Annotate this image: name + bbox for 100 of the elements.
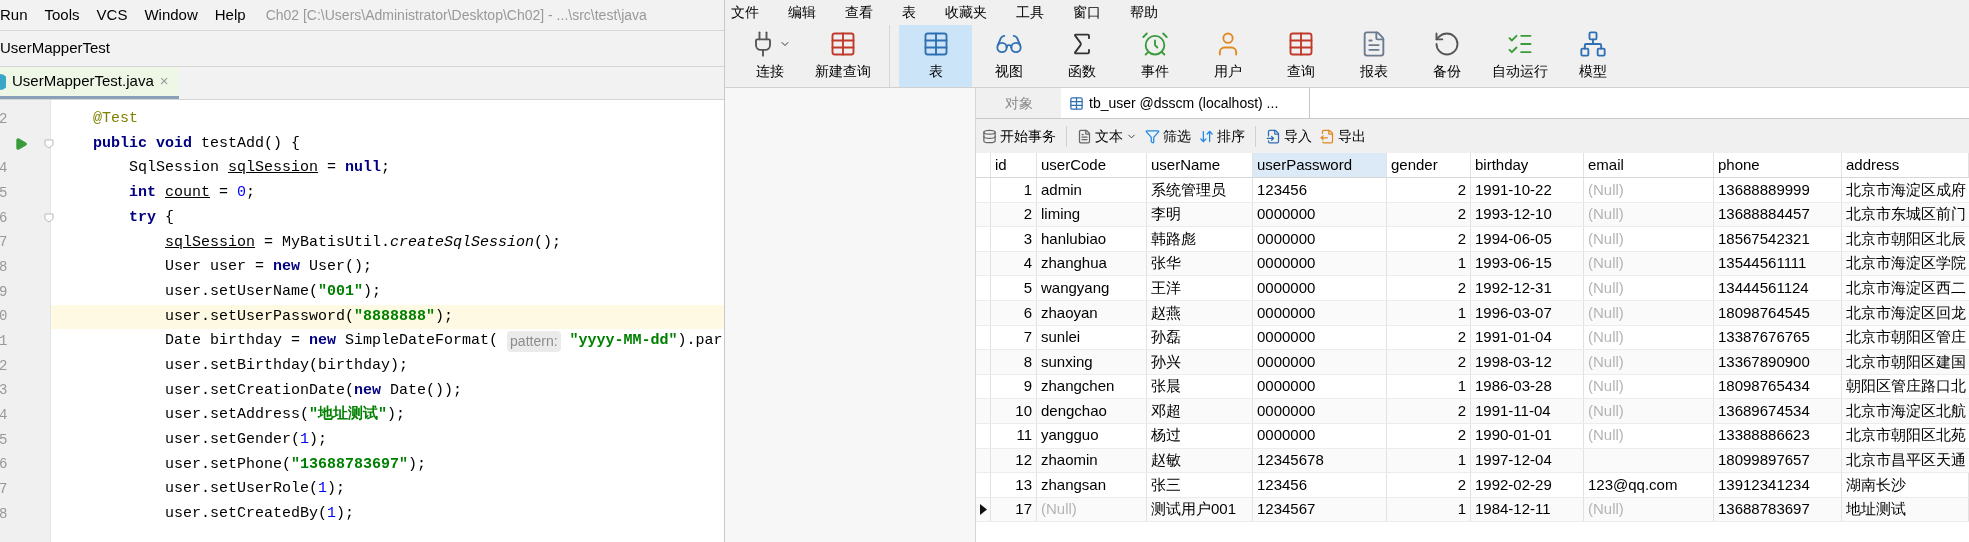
table-cell-text: 13689674534 [1718,400,1810,421]
menu-item[interactable]: 窗口 [1073,2,1101,23]
toolbar-button[interactable]: 报表 [1337,25,1410,87]
table-row[interactable]: 13 zhangsan 张三 123456 2 1992-02-29 123@qq.com 13912341234 湖南长沙 [976,473,1969,498]
toolbar-button[interactable]: 表 [899,25,972,87]
table-row[interactable]: 9 zhangchen 张晨 0000000 1 1986-03-28 (Null) 18098765434 朝阳区管庄路口北 [976,374,1969,400]
action-button[interactable]: 开始事务 [982,125,1056,147]
table-row[interactable]: 17 (Null) 测试用户001 1234567 1 1984-12-11 (Null) 13688783697 地址测试 [976,497,1969,523]
table-cell-text: 0000000 [1257,425,1316,446]
menu-item[interactable]: 表 [902,2,916,23]
menu-item[interactable]: Help [214,3,246,27]
menu-item[interactable]: VCS [96,3,128,27]
table-cell-text: zhaoyan [1041,302,1098,323]
table-cell-text: 123456 [1257,179,1308,200]
table-cell-text: 13388886623 [1718,425,1810,446]
table-cell-text: 1991-10-22 [1475,179,1552,200]
table-cell-text: 韩路彪 [1151,228,1196,249]
table-cell-text: wangyang [1041,277,1110,298]
null-cell-text: (Null) [1588,302,1624,323]
table-row[interactable]: 7 sunlei 孙磊 0000000 2 1991-01-04 (Null) 13387676765 北京市朝阳区管庄 [976,325,1969,351]
action-button[interactable]: 文本 [1077,125,1137,147]
table-row[interactable]: 11 yangguo 杨过 0000000 2 1990-01-01 (Null) 13388886623 北京市朝阳区北苑 [976,423,1969,449]
table-row[interactable]: 12 zhaomin 赵敏 12345678 1 1997-12-04 18099897657 北京市昌平区天通 [976,448,1969,474]
table-cell-text: 13 [1015,474,1032,495]
menu-item[interactable]: 文件 [731,2,759,23]
action-button[interactable]: 导出 [1320,125,1366,147]
menu-item[interactable]: Run [0,3,28,27]
toolbar-button[interactable]: 用户 [1191,25,1264,87]
table-cell-text: 13912341234 [1718,474,1810,495]
table-cell-text: 0000000 [1257,228,1316,249]
table-cell-text: 张晨 [1151,376,1181,397]
table-cell-text: 18567542321 [1718,228,1810,249]
menu-item[interactable]: Tools [44,3,80,27]
table-cell-text: liming [1041,204,1081,225]
line-number: 5 [0,183,9,203]
table-row[interactable]: 10 dengchao 邓超 0000000 2 1991-11-04 (Null) 13689674534 北京市海淀区北航 [976,399,1969,424]
toolbar-button[interactable]: 自动运行 [1483,25,1556,87]
toolbar-button[interactable]: 备份 [1410,25,1483,87]
line-number: 6 [0,208,9,228]
action-button[interactable]: 导入 [1266,125,1312,147]
document-icon [1077,128,1092,144]
table-cell-text: 1986-03-28 [1475,376,1552,397]
null-cell-text: (Null) [1588,425,1624,446]
toolbar-button[interactable]: 模型 [1556,25,1629,87]
table-cell-text: 北京市海淀区北航 [1846,400,1966,421]
column-header[interactable]: userPassword [1253,153,1387,177]
table-cell-text: 13367890900 [1718,351,1810,372]
table-icon [1069,95,1084,111]
table-row[interactable]: 3 hanlubiao 韩路彪 0000000 2 1994-06-05 (Null) 18567542321 北京市朝阳区北辰 [976,227,1969,252]
table-cell-text: 11 [1016,425,1032,446]
table-row[interactable]: 6 zhaoyan 赵燕 0000000 1 1996-03-07 (Null) 18098764545 北京市海淀区回龙 [976,300,1969,326]
table-cell-text: dengchao [1041,400,1107,421]
run-icon[interactable] [14,137,28,152]
table-cell-text: 1 [1457,499,1466,520]
breadcrumb[interactable]: UserMapperTest [0,37,111,60]
table-row[interactable]: 8 sunxing 孙兴 0000000 2 1998-03-12 (Null) 13367890900 北京市朝阳区建国 [976,350,1969,375]
toolbar-button[interactable]: 新建查询 [806,25,879,87]
table-row[interactable]: 2 liming 李明 0000000 2 1993-12-10 (Null) 13688884457 北京市东城区前门 [976,202,1969,228]
toolbar-button[interactable]: 函数 [1045,25,1118,87]
toolbar-button[interactable]: 查询 [1264,25,1337,87]
table-row[interactable]: 5 wangyang 王洋 0000000 2 1992-12-31 (Null) 13444561124 北京市海淀区西二 [976,276,1969,301]
menu-item[interactable]: 工具 [1016,2,1044,23]
table-cell-text: 0000000 [1257,204,1316,225]
table-cell-text: 1234567 [1257,499,1316,520]
table-row[interactable]: 4 zhanghua 张华 0000000 1 1993-06-15 (Null) 13544561111 北京市海淀区学院 [976,251,1969,277]
menu-item[interactable]: 查看 [845,2,873,23]
window-title: Ch02 [C:\Users\Administrator\Desktop\Ch02] - ...\src\test\java [265,5,647,25]
table-cell-text: 测试用户001 [1151,499,1237,520]
menu-item[interactable]: 帮助 [1130,2,1158,23]
toolbar-button[interactable]: 连接 [733,25,806,87]
line-number: 3 [0,381,9,401]
table-cell-text: 13688889999 [1718,179,1810,200]
table-cell-text: sunxing [1041,351,1093,372]
table-row[interactable]: 1 admin 系统管理员 123456 2 1991-10-22 (Null) 13688889999 北京市海淀区成府 [976,178,1969,203]
menu-item[interactable]: Window [144,3,198,27]
fold-icon[interactable] [44,139,54,150]
menu-item[interactable]: 收藏夹 [945,2,987,23]
table-cell-text: 1984-12-11 [1475,499,1551,520]
table-cell-text: sunlei [1041,327,1081,348]
table-cell-text: 0000000 [1257,302,1316,323]
table-cell-text: zhangsan [1041,474,1107,495]
fold-icon[interactable] [44,213,54,224]
action-button[interactable]: 排序 [1199,125,1245,147]
toolbar-button[interactable]: 事件 [1118,25,1191,87]
menu-item[interactable]: 编辑 [788,2,816,23]
line-number: 8 [0,504,9,524]
file-tab[interactable]: UserMapperTest.java × [0,67,179,99]
table-cell-text: 北京市海淀区回龙 [1846,302,1966,323]
null-cell-text: (Null) [1588,351,1624,372]
table-cell-text: 赵敏 [1151,450,1181,471]
toolbar-button[interactable]: 视图 [972,25,1045,87]
null-cell-text: (Null) [1588,204,1624,225]
table-cell-text: 2 [1457,277,1466,298]
table-cell-text: 杨过 [1151,425,1181,446]
table-cell-text: 北京市朝阳区管庄 [1846,327,1966,348]
action-button[interactable]: 筛选 [1145,125,1191,147]
null-cell-text: (Null) [1041,499,1077,520]
table-cell-text: 8 [1023,351,1032,372]
table-cell-text: 1998-03-12 [1475,351,1552,372]
table-cell-text: 13444561124 [1718,277,1809,298]
